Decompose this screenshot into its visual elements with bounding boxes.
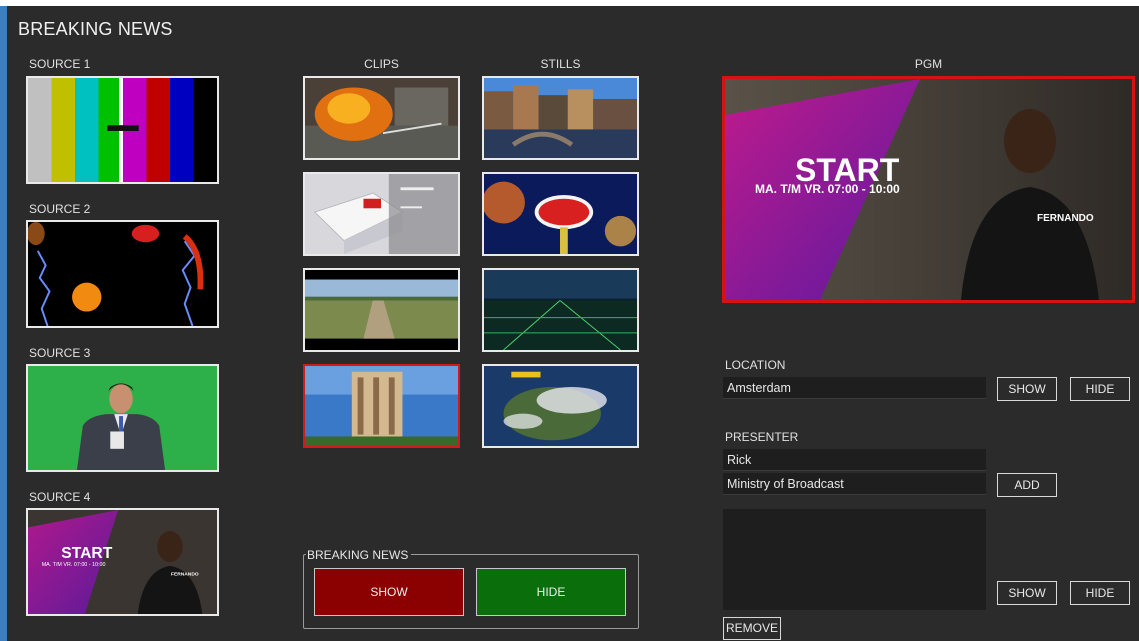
location-show-button[interactable]: SHOW (997, 377, 1057, 401)
presenter-name-field[interactable]: Rick (723, 449, 986, 471)
still-city-night-lights[interactable] (482, 268, 639, 352)
source-4-label: SOURCE 4 (29, 490, 91, 504)
presenter-add-button[interactable]: ADD (997, 473, 1057, 497)
pgm-header: PGM (914, 57, 943, 71)
presenter-show-button[interactable]: SHOW (997, 581, 1057, 605)
clip-fire-scene[interactable] (303, 76, 460, 160)
presenter-remove-button[interactable]: REMOVE (723, 617, 781, 640)
source-1-thumbnail[interactable] (26, 76, 219, 184)
source-3-thumbnail[interactable] (26, 364, 219, 472)
top-border (0, 0, 1139, 6)
presenter-organization-field[interactable]: Ministry of Broadcast (723, 473, 986, 495)
still-amsterdam-canal[interactable] (482, 76, 639, 160)
presenter-label: PRESENTER (725, 430, 799, 444)
source-4-promo-name: FERNANDO (171, 572, 199, 578)
pgm-monitor: START MA. T/M VR. 07:00 - 10:00 FERNANDO (722, 76, 1135, 303)
location-label: LOCATION (725, 358, 786, 372)
breaking-news-show-button[interactable]: SHOW (314, 568, 464, 616)
still-las-vegas-sign[interactable] (482, 172, 639, 256)
still-satellite-weather-map[interactable] (482, 364, 639, 448)
source-2-label: SOURCE 2 (29, 202, 91, 216)
stills-header: STILLS (540, 57, 581, 71)
location-field[interactable]: Amsterdam (723, 377, 986, 399)
clip-3d-graphic[interactable] (303, 172, 460, 256)
location-hide-button[interactable]: HIDE (1070, 377, 1130, 401)
accent-strip (0, 6, 7, 641)
source-4-promo-subtitle: MA. T/M VR. 07:00 - 10:00 (42, 562, 106, 568)
clip-apartment-tower[interactable] (303, 364, 460, 448)
source-1-label: SOURCE 1 (29, 57, 91, 71)
source-2-thumbnail[interactable] (26, 220, 219, 328)
app-title: BREAKING NEWS (18, 19, 173, 39)
presenter-list[interactable] (723, 509, 986, 610)
breaking-news-label: BREAKING NEWS (306, 548, 412, 562)
pgm-promo-name: FERNANDO (1037, 213, 1094, 224)
presenter-hide-button[interactable]: HIDE (1070, 581, 1130, 605)
source-4-thumbnail[interactable]: START MA. T/M VR. 07:00 - 10:00 FERNANDO (26, 508, 219, 616)
breaking-news-hide-button[interactable]: HIDE (476, 568, 626, 616)
clip-aerial-road[interactable] (303, 268, 460, 352)
pgm-promo-subtitle: MA. T/M VR. 07:00 - 10:00 (755, 182, 900, 196)
source-4-promo-title: START (61, 545, 113, 562)
source-3-label: SOURCE 3 (29, 346, 91, 360)
clips-header: CLIPS (364, 57, 399, 71)
